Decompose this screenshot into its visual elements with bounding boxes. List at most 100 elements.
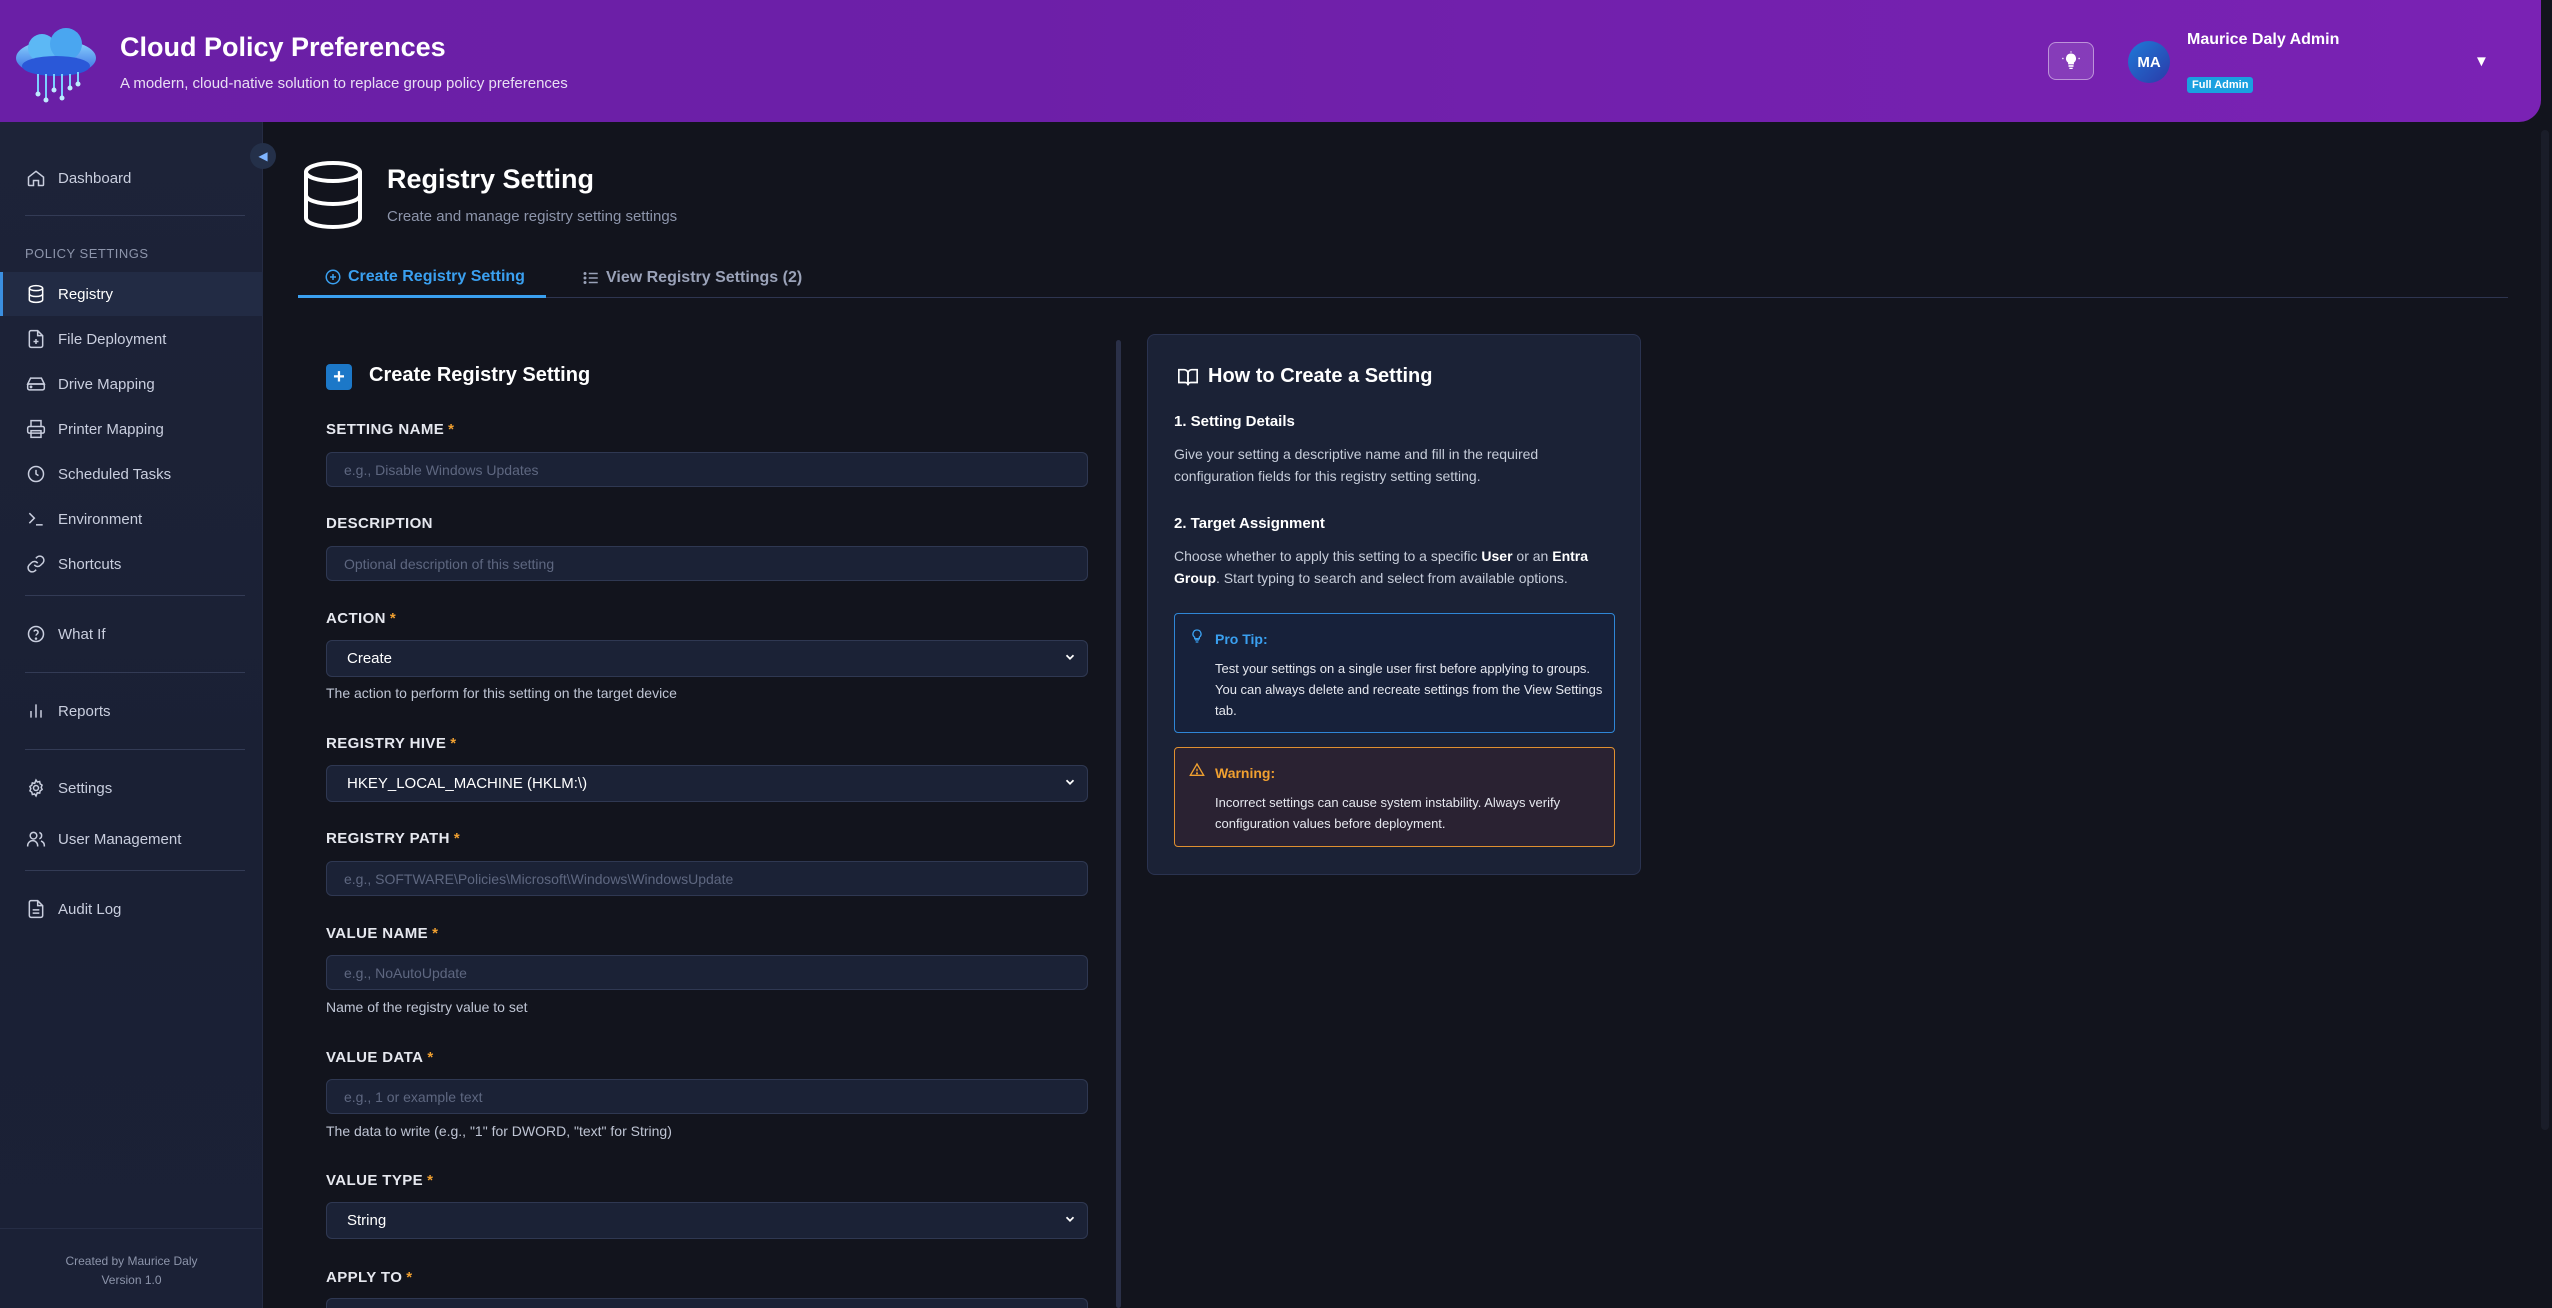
warning-box: Warning: Incorrect settings can cause sy… — [1174, 747, 1615, 847]
sidebar-item-environment[interactable]: Environment — [0, 497, 263, 541]
terminal-icon — [28, 512, 43, 526]
sidebar-item-label: Audit Log — [58, 900, 122, 918]
sidebar-item-label: Drive Mapping — [58, 375, 155, 393]
value-data-input[interactable] — [326, 1079, 1088, 1114]
value-type-select[interactable]: String — [326, 1202, 1088, 1239]
divider — [25, 870, 245, 871]
sidebar-item-file-deployment[interactable]: File Deployment — [0, 317, 263, 361]
page-subtitle: Create and manage registry setting setti… — [387, 208, 678, 225]
form-scrollbar[interactable] — [1116, 340, 1121, 1308]
sidebar-item-scheduled-tasks[interactable]: Scheduled Tasks — [0, 452, 263, 496]
gear-icon — [28, 778, 44, 798]
sidebar-item-label: What If — [58, 625, 106, 643]
form-heading: Create Registry Setting — [369, 364, 591, 386]
registry-hive-select-value: HKEY_LOCAL_MACHINE (HKLM:\) — [347, 775, 588, 792]
sidebar-item-label: Registry — [58, 285, 114, 303]
sidebar-item-registry[interactable]: Registry — [0, 272, 263, 316]
book-open-icon — [1178, 368, 1198, 385]
sidebar-item-label: Shortcuts — [58, 555, 122, 573]
divider — [25, 749, 245, 750]
sidebar-item-label: Reports — [58, 702, 111, 720]
step1-title: 1. Setting Details — [1174, 413, 1295, 430]
footer-version: Version 1.0 — [101, 1273, 162, 1287]
sidebar-item-label: File Deployment — [58, 330, 167, 348]
value-data-help-text: The data to write (e.g., "1" for DWORD, … — [326, 1123, 672, 1139]
setting-name-label: SETTING NAME * — [326, 421, 455, 438]
registry-hive-select[interactable]: HKEY_LOCAL_MACHINE (HKLM:\) — [326, 765, 1088, 802]
database-icon — [28, 284, 44, 304]
sidebar-item-user-management[interactable]: User Management — [0, 817, 263, 861]
pro-tip-box: Pro Tip: Test your settings on a single … — [1174, 613, 1615, 733]
app-title: Cloud Policy Preferences — [120, 32, 446, 62]
sidebar-item-label: User Management — [58, 830, 182, 848]
action-label: ACTION * — [326, 610, 397, 627]
footer-created-by: Created by Maurice Daly — [65, 1254, 198, 1268]
users-icon — [26, 831, 46, 847]
apply-to-select[interactable] — [326, 1298, 1088, 1308]
registry-path-label: REGISTRY PATH * — [326, 830, 461, 847]
sidebar: Dashboard POLICY SETTINGS Registry File … — [0, 122, 263, 1308]
description-input[interactable] — [326, 546, 1088, 581]
page-title: Registry Setting — [387, 164, 595, 194]
divider — [25, 672, 245, 673]
page-scrollbar[interactable] — [2541, 130, 2549, 1130]
database-icon — [304, 161, 362, 230]
printer-icon — [26, 419, 46, 439]
tab-label: View Registry Settings (2) — [606, 269, 803, 286]
sidebar-item-dashboard[interactable]: Dashboard — [0, 156, 263, 200]
value-name-input[interactable] — [326, 955, 1088, 990]
setting-name-input[interactable] — [326, 452, 1088, 487]
list-icon — [583, 272, 598, 284]
lightbulb-icon — [1192, 629, 1202, 643]
action-help-text: The action to perform for this setting o… — [326, 685, 677, 701]
value-name-label: VALUE NAME * — [326, 925, 439, 942]
sidebar-item-settings[interactable]: Settings — [0, 766, 263, 810]
warning-text: Incorrect settings can cause system inst… — [1215, 795, 1561, 831]
registry-path-input[interactable] — [326, 861, 1088, 896]
pro-tip-text: Test your settings on a single user firs… — [1215, 661, 1603, 718]
chevron-down-icon — [1065, 779, 1075, 785]
hard-drive-icon — [26, 377, 46, 391]
step1-text: Give your setting a descriptive name and… — [1174, 446, 1539, 484]
sidebar-item-label: Printer Mapping — [58, 420, 164, 438]
cloud-logo-icon — [16, 28, 96, 103]
avatar[interactable]: MA — [2128, 41, 2170, 83]
divider — [25, 215, 245, 216]
value-type-select-value: String — [347, 1212, 387, 1229]
chevron-down-icon — [1065, 1216, 1075, 1222]
sidebar-item-label: Scheduled Tasks — [58, 465, 172, 483]
user-name[interactable]: Maurice Daly Admin — [2187, 31, 2339, 49]
sidebar-item-shortcuts[interactable]: Shortcuts — [0, 542, 263, 586]
link-icon — [27, 555, 45, 573]
file-icon — [28, 329, 44, 349]
plus-circle-icon — [325, 269, 341, 284]
sidebar-item-audit-log[interactable]: Audit Log — [0, 887, 263, 931]
step2-title: 2. Target Assignment — [1174, 515, 1325, 532]
chevron-down-icon — [1065, 654, 1075, 660]
pro-tip-title: Pro Tip: — [1215, 631, 1268, 647]
registry-hive-label: REGISTRY HIVE * — [326, 735, 457, 752]
plus-icon: + — [326, 364, 352, 390]
home-icon — [27, 170, 45, 187]
action-select[interactable]: Create — [326, 640, 1088, 677]
sidebar-item-what-if[interactable]: What If — [0, 612, 263, 656]
app-header: Cloud Policy Preferences A modern, cloud… — [0, 0, 2541, 122]
lightbulb-icon — [2062, 51, 2080, 69]
sidebar-item-label: Dashboard — [58, 169, 132, 187]
sidebar-collapse-button[interactable]: ◀ — [250, 143, 276, 169]
sidebar-item-printer-mapping[interactable]: Printer Mapping — [0, 407, 263, 451]
tab-create-registry-setting[interactable]: Create Registry Setting — [298, 258, 546, 298]
step2-text: Choose whether to apply this setting to … — [1174, 548, 1589, 586]
document-icon — [28, 899, 44, 919]
tab-view-registry-settings[interactable]: View Registry Settings (2) — [582, 258, 802, 298]
value-name-help-text: Name of the registry value to set — [326, 999, 528, 1015]
how-to-title: How to Create a Setting — [1177, 365, 1432, 388]
tab-label: Create Registry Setting — [348, 267, 525, 285]
theme-toggle-button[interactable] — [2048, 42, 2094, 80]
user-menu-chevron-down-icon[interactable]: ▼ — [2474, 53, 2489, 70]
help-circle-icon — [27, 625, 45, 643]
warning-icon — [1189, 762, 1205, 776]
sidebar-item-drive-mapping[interactable]: Drive Mapping — [0, 362, 263, 406]
app-subtitle: A modern, cloud-native solution to repla… — [120, 75, 568, 92]
sidebar-item-reports[interactable]: Reports — [0, 689, 263, 733]
